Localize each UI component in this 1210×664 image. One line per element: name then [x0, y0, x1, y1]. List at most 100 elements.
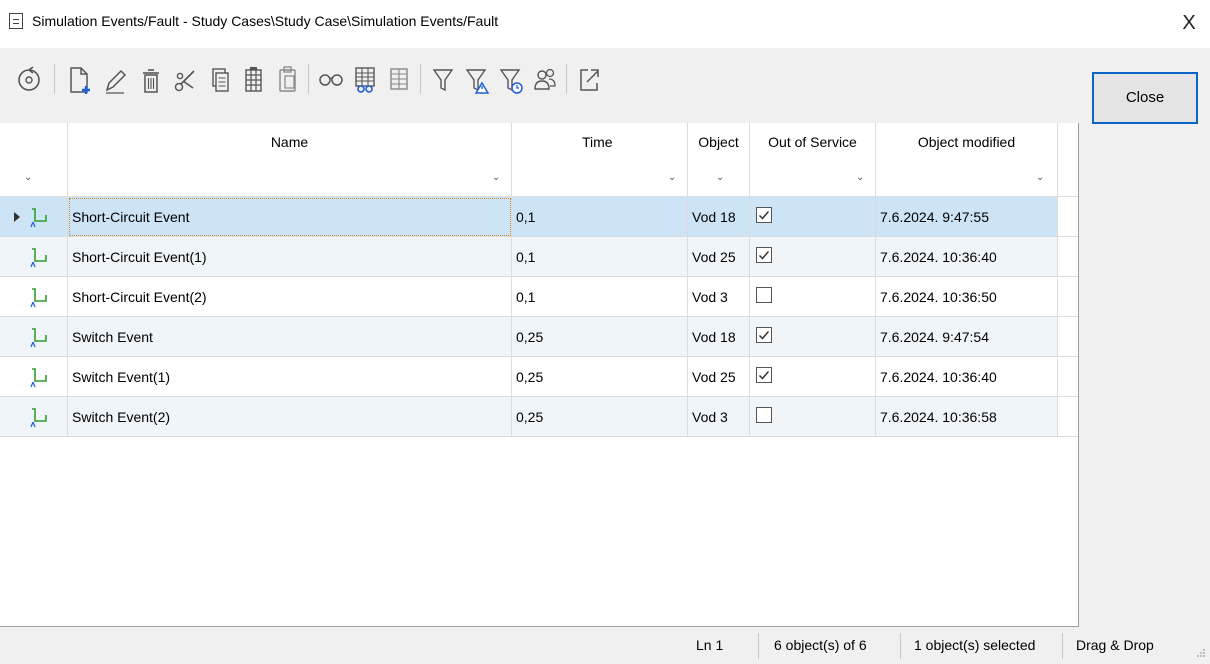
table-view-icon[interactable]	[350, 62, 380, 98]
window-close-button[interactable]: X	[1176, 8, 1202, 38]
row-icon-cell	[0, 237, 68, 277]
cell-out-of-service[interactable]	[750, 357, 876, 397]
table-row[interactable]: Switch Event(2) 0,25 Vod 3 7.6.2024. 10:…	[0, 397, 1078, 437]
paste-icon[interactable]	[272, 62, 302, 98]
chevron-down-icon: ⌄	[1036, 172, 1045, 183]
cell-object[interactable]: Vod 25	[688, 237, 750, 277]
toolbar-separator	[566, 64, 567, 94]
column-header-out-of-service[interactable]: Out of Service ⌄	[750, 123, 876, 197]
event-icon	[30, 368, 47, 388]
column-header-label: Name	[270, 134, 309, 150]
toolbar-separator	[420, 64, 421, 94]
cell-modified[interactable]: 7.6.2024. 9:47:54	[876, 317, 1058, 357]
status-separator	[900, 633, 901, 659]
out-of-service-checkbox[interactable]	[756, 287, 772, 303]
event-icon	[30, 408, 47, 428]
table-row[interactable]: Switch Event(1) 0,25 Vod 25 7.6.2024. 10…	[0, 357, 1078, 397]
cell-out-of-service[interactable]	[750, 397, 876, 437]
cell-out-of-service[interactable]	[750, 317, 876, 357]
cell-object[interactable]: Vod 3	[688, 277, 750, 317]
copy-table-icon[interactable]	[238, 62, 268, 98]
window-icon	[9, 13, 23, 29]
event-icon	[30, 248, 47, 268]
column-header-icon[interactable]: ⌄	[0, 123, 68, 197]
status-mode: Drag & Drop	[1076, 637, 1154, 653]
new-object-icon[interactable]	[64, 62, 94, 98]
cell-object[interactable]: Vod 25	[688, 357, 750, 397]
filter-icon[interactable]	[428, 62, 458, 98]
cell-time[interactable]: 0,1	[512, 277, 688, 317]
out-of-service-checkbox[interactable]	[756, 247, 772, 263]
row-filler	[1058, 277, 1078, 317]
cell-name[interactable]: Switch Event(2)	[68, 397, 512, 437]
cell-modified[interactable]: 7.6.2024. 10:36:50	[876, 277, 1058, 317]
status-selected-count: 1 object(s) selected	[914, 637, 1036, 653]
cell-name[interactable]: Short-Circuit Event	[68, 197, 512, 237]
cell-name[interactable]: Switch Event	[68, 317, 512, 357]
table-layout-icon[interactable]	[384, 62, 414, 98]
row-filler	[1058, 237, 1078, 277]
table-row[interactable]: Switch Event 0,25 Vod 18 7.6.2024. 9:47:…	[0, 317, 1078, 357]
cell-modified[interactable]: 7.6.2024. 10:36:40	[876, 237, 1058, 277]
column-header-time[interactable]: Time ⌄	[512, 123, 688, 197]
view-glasses-icon[interactable]	[316, 62, 346, 98]
close-button[interactable]: Close	[1092, 72, 1198, 124]
column-header-label: Out of Service	[768, 134, 857, 150]
edit-pencil-icon[interactable]	[100, 62, 130, 98]
cut-scissors-icon[interactable]	[170, 62, 200, 98]
status-separator	[758, 633, 759, 659]
row-icon-cell	[0, 277, 68, 317]
out-of-service-checkbox[interactable]	[756, 367, 772, 383]
users-icon[interactable]	[530, 62, 560, 98]
row-selector-arrow-icon	[14, 212, 20, 222]
cell-modified[interactable]: 7.6.2024. 10:36:58	[876, 397, 1058, 437]
filter-time-icon[interactable]	[496, 62, 526, 98]
window-title: Simulation Events/Fault - Study Cases\St…	[32, 13, 499, 29]
filter-warning-icon[interactable]	[462, 62, 492, 98]
cell-out-of-service[interactable]	[750, 237, 876, 277]
toolbar-separator	[54, 64, 55, 94]
cell-modified[interactable]: 7.6.2024. 9:47:55	[876, 197, 1058, 237]
column-header-object-modified[interactable]: Object modified ⌄	[876, 123, 1058, 197]
table-row[interactable]: Short-Circuit Event(2) 0,1 Vod 3 7.6.202…	[0, 277, 1078, 317]
cell-name[interactable]: Short-Circuit Event(1)	[68, 237, 512, 277]
table-row[interactable]: Short-Circuit Event 0,1 Vod 18 7.6.2024.…	[0, 197, 1078, 237]
cell-time[interactable]: 0,1	[512, 237, 688, 277]
row-icon-cell	[0, 397, 68, 437]
cell-name[interactable]: Switch Event(1)	[68, 357, 512, 397]
chevron-down-icon: ⌄	[668, 172, 677, 183]
cell-time[interactable]: 0,25	[512, 397, 688, 437]
chevron-down-icon: ⌄	[716, 172, 725, 183]
copy-icon[interactable]	[204, 62, 234, 98]
row-icon-cell	[0, 317, 68, 357]
cell-object[interactable]: Vod 3	[688, 397, 750, 437]
out-of-service-checkbox[interactable]	[756, 327, 772, 343]
status-object-count: 6 object(s) of 6	[774, 637, 867, 653]
refresh-icon[interactable]	[14, 62, 44, 98]
column-header-name[interactable]: Name ⌄	[68, 123, 512, 197]
cell-time[interactable]: 0,1	[512, 197, 688, 237]
chevron-down-icon: ⌄	[492, 172, 501, 183]
export-window-icon[interactable]	[574, 62, 604, 98]
cell-modified[interactable]: 7.6.2024. 10:36:40	[876, 357, 1058, 397]
row-filler	[1058, 197, 1078, 237]
out-of-service-checkbox[interactable]	[756, 407, 772, 423]
cell-time[interactable]: 0,25	[512, 317, 688, 357]
table-row[interactable]: Short-Circuit Event(1) 0,1 Vod 25 7.6.20…	[0, 237, 1078, 277]
column-header-label: Object modified	[917, 134, 1016, 150]
cell-out-of-service[interactable]	[750, 197, 876, 237]
row-icon-cell	[0, 357, 68, 397]
cell-out-of-service[interactable]	[750, 277, 876, 317]
column-header-label: Object	[698, 134, 739, 150]
column-header-object[interactable]: Object ⌄	[688, 123, 750, 197]
cell-time[interactable]: 0,25	[512, 357, 688, 397]
column-header-label: Time	[582, 134, 613, 150]
column-header-filler	[1058, 123, 1078, 197]
row-filler	[1058, 397, 1078, 437]
cell-object[interactable]: Vod 18	[688, 317, 750, 357]
delete-trash-icon[interactable]	[136, 62, 166, 98]
cell-name[interactable]: Short-Circuit Event(2)	[68, 277, 512, 317]
resize-grip-icon[interactable]	[1196, 648, 1206, 658]
cell-object[interactable]: Vod 18	[688, 197, 750, 237]
out-of-service-checkbox[interactable]	[756, 207, 772, 223]
